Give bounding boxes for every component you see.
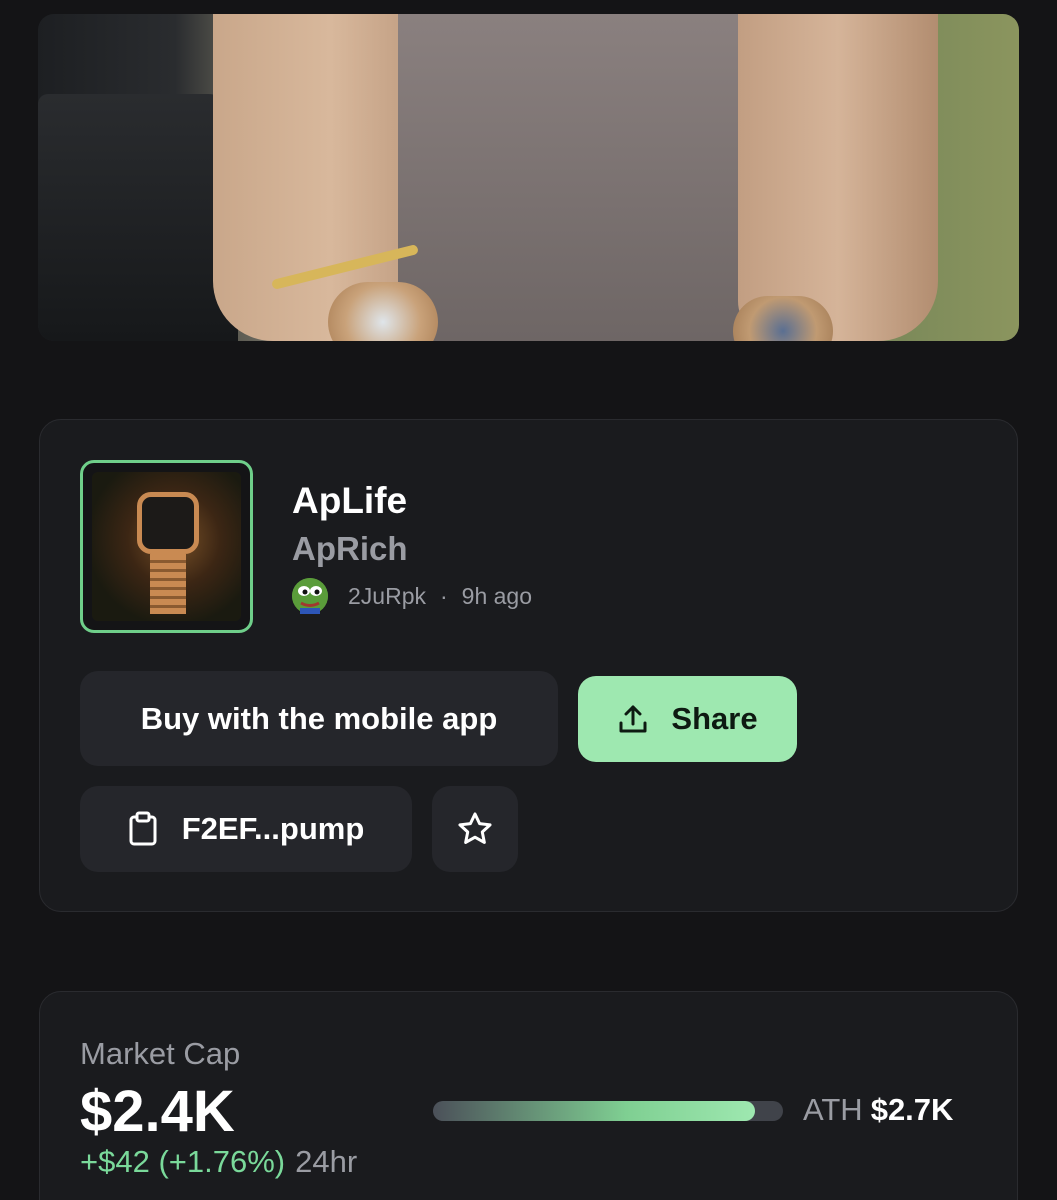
- token-name: ApLife: [292, 480, 408, 521]
- star-icon: [458, 812, 492, 844]
- token-image-watch: [137, 492, 199, 554]
- ath-value: $2.7K: [870, 1092, 954, 1127]
- hero-watch-left: [328, 282, 438, 341]
- hero-couch: [38, 94, 238, 341]
- ath-label: ATH: [803, 1092, 863, 1127]
- ath-progress-bar: [433, 1101, 783, 1121]
- token-page: ApLife ApRich 2JuRpk · 9h ago Buy with t…: [0, 0, 1057, 1200]
- market-cap-value: $2.4K: [80, 1079, 235, 1144]
- token-ticker: ApRich: [292, 530, 408, 567]
- buy-mobile-app-button[interactable]: Buy with the mobile app: [80, 671, 558, 766]
- upload-icon: [619, 705, 647, 733]
- frog-avatar-icon: [292, 578, 328, 614]
- creator-handle[interactable]: 2JuRpk: [348, 583, 426, 610]
- token-card: ApLife ApRich 2JuRpk · 9h ago Buy with t…: [39, 419, 1018, 912]
- clipboard-icon: [129, 811, 157, 846]
- buy-button-label: Buy with the mobile app: [140, 700, 498, 736]
- market-cap-card: Market Cap $2.4K +$42 (+1.76%) 24hr ATH $2…: [39, 991, 1018, 1200]
- ath-info: ATH $2.7K: [803, 1092, 953, 1128]
- market-cap-label: Market Cap: [80, 1036, 241, 1071]
- hero-arm-right: [738, 14, 938, 341]
- market-cap-change-value: +$42 (+1.76%): [80, 1144, 286, 1179]
- hero-media[interactable]: [38, 14, 1019, 341]
- token-age: 9h ago: [461, 582, 533, 609]
- creator-avatar[interactable]: [292, 578, 328, 614]
- hero-shirt: [398, 14, 778, 341]
- market-cap-period: 24hr: [295, 1144, 358, 1179]
- meta-separator: ·: [439, 582, 448, 609]
- hero-watch-right: [733, 296, 833, 341]
- token-meta: 2JuRpk · 9h ago: [292, 578, 532, 614]
- share-button-label: Share: [671, 701, 758, 736]
- copy-contract-button[interactable]: F2EF...pump: [80, 786, 412, 872]
- share-button[interactable]: Share: [578, 676, 797, 762]
- token-image: [92, 472, 241, 621]
- ath-progress-fill: [433, 1101, 755, 1121]
- token-image-frame[interactable]: [80, 460, 253, 633]
- contract-address: F2EF...pump: [181, 811, 365, 846]
- market-cap-change: +$42 (+1.76%) 24hr: [80, 1144, 357, 1180]
- favorite-button[interactable]: [432, 786, 518, 872]
- token-image-bracelet: [150, 554, 186, 614]
